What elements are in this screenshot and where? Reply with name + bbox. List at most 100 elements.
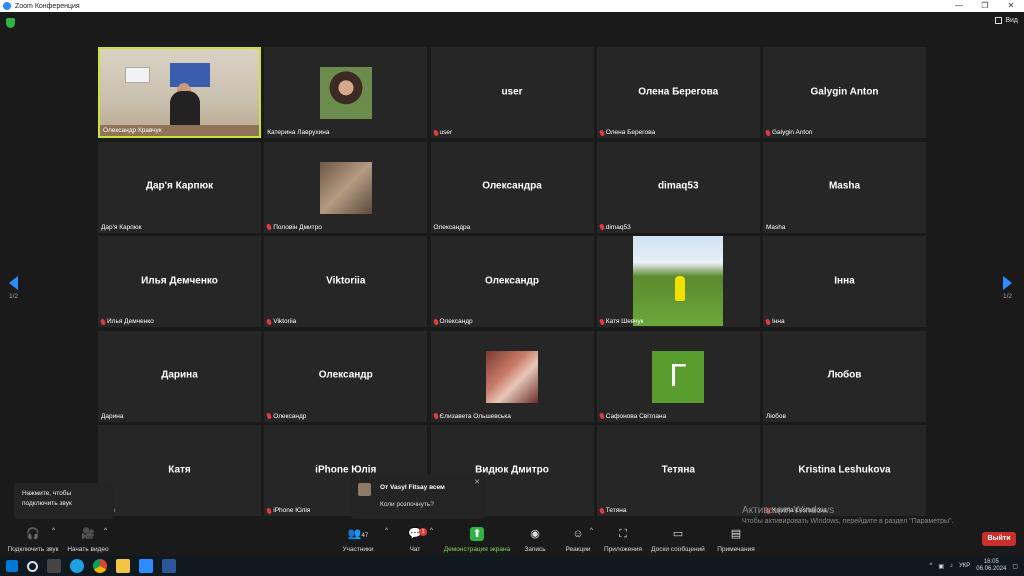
- participant-tile[interactable]: Катерина Лаврухина: [264, 47, 428, 138]
- participant-tile[interactable]: Олександр Олександр: [430, 236, 594, 327]
- sender-avatar: [358, 483, 371, 496]
- participant-tile[interactable]: Г Сафонова Світлана: [596, 330, 760, 422]
- participant-tile[interactable]: Інна Інна: [763, 236, 926, 327]
- close-icon[interactable]: ✕: [998, 0, 1024, 12]
- participant-name: user: [501, 85, 523, 97]
- participant-label: Єлизавета Ольшевська: [432, 412, 511, 420]
- apps-icon: ⛶: [619, 528, 627, 540]
- chat-button[interactable]: 💬 1 Чат: [403, 527, 427, 553]
- participant-label: dimaq53: [598, 223, 631, 231]
- apps-button[interactable]: ⛶ Приложения: [603, 527, 643, 553]
- chevron-up-icon[interactable]: ^: [430, 527, 433, 534]
- chat-message: Коли розпочнуть?: [380, 501, 434, 508]
- task-view-icon[interactable]: [47, 559, 61, 573]
- participant-label: Илья Демченко: [100, 317, 154, 326]
- participant-tile[interactable]: user user: [430, 47, 594, 138]
- record-button[interactable]: ◉ Запись: [522, 527, 548, 553]
- start-video-label: Начать видео: [67, 546, 109, 553]
- windows-activation-title: Активация Windows: [742, 505, 835, 516]
- reactions-label: Реакции: [565, 546, 591, 553]
- notes-label: Примечания: [717, 546, 755, 553]
- maximize-icon[interactable]: ❐: [972, 0, 998, 12]
- chrome-icon[interactable]: [93, 559, 107, 573]
- participant-tile[interactable]: Дар'я Карпюк Дар'я Карпюк: [98, 141, 261, 233]
- prev-page-button[interactable]: 1/2: [9, 276, 18, 300]
- participant-tile[interactable]: Єлизавета Ольшевська: [430, 330, 594, 422]
- participant-name: Інна: [834, 274, 855, 286]
- participant-label: Любов: [766, 413, 786, 420]
- participant-label: Катя Шевчук: [598, 317, 644, 326]
- participant-name: Олександр: [484, 274, 540, 286]
- participant-tile[interactable]: Masha Masha: [763, 141, 926, 233]
- volume-icon[interactable]: ♪: [950, 563, 953, 569]
- participant-tile[interactable]: КатяКатя: [98, 425, 261, 516]
- participant-name: Олександра: [482, 180, 542, 192]
- mic-muted-icon: [598, 128, 605, 137]
- participant-tile[interactable]: dimaq53 dimaq53: [596, 141, 760, 233]
- word-icon[interactable]: [162, 559, 176, 573]
- language-indicator[interactable]: УКР: [959, 563, 970, 569]
- participant-label: Viktoriia: [266, 317, 296, 326]
- zoom-app-icon[interactable]: [139, 559, 153, 573]
- chevron-up-icon[interactable]: ^: [52, 527, 55, 534]
- participant-tile[interactable]: Олександр Олександр: [264, 330, 428, 422]
- participant-label-text: iPhone Юлія: [273, 507, 311, 514]
- mic-muted-icon: [432, 128, 439, 137]
- chat-notification[interactable]: От Vasyl Fitsay всем Коли розпочнуть? ✕: [350, 475, 486, 519]
- participant-tile[interactable]: Илья Демченко Илья Демченко: [98, 236, 261, 327]
- participant-tile[interactable]: Олександр Кравчук: [98, 47, 261, 138]
- chevron-up-icon[interactable]: ^: [385, 527, 388, 534]
- notes-button[interactable]: ▤ Примечания: [715, 527, 757, 553]
- meeting-topbar: Вид: [0, 12, 1024, 34]
- search-icon[interactable]: [27, 560, 38, 572]
- participant-tile[interactable]: Катя Шевчук: [596, 236, 760, 327]
- reactions-button[interactable]: ☺ Реакции: [563, 527, 593, 553]
- view-button[interactable]: Вид: [995, 17, 1018, 24]
- chevron-up-icon[interactable]: ^: [590, 527, 593, 534]
- windows-start-icon[interactable]: [6, 560, 18, 572]
- security-shield-icon[interactable]: [6, 18, 15, 28]
- zoom-logo-icon: [3, 2, 11, 10]
- participant-name: Тетяна: [661, 463, 695, 475]
- participants-button[interactable]: 👥47 Участники: [340, 527, 376, 553]
- mic-muted-icon: [266, 317, 273, 326]
- clock[interactable]: 16:05 06.06.2024: [976, 559, 1006, 573]
- mic-muted-icon: [598, 317, 605, 326]
- notifications-icon[interactable]: ▢: [1012, 563, 1018, 570]
- participant-tile[interactable]: Любов Любов: [763, 330, 926, 422]
- whiteboards-button[interactable]: ▭ Доски сообщений: [650, 527, 706, 553]
- file-explorer-icon[interactable]: [116, 559, 130, 573]
- network-icon[interactable]: ▣: [938, 563, 944, 570]
- participant-tile[interactable]: Половін Дмитро: [264, 141, 428, 233]
- participant-tile[interactable]: Дарина Дарина: [98, 330, 261, 422]
- mic-muted-icon: [765, 128, 771, 137]
- participant-label: Олександра: [434, 224, 471, 231]
- participant-label: Олександр: [266, 412, 306, 420]
- participant-name: Viktoriia: [326, 274, 366, 286]
- participant-label: Олександр: [432, 317, 473, 326]
- profile-photo: [486, 350, 538, 403]
- chevron-up-icon[interactable]: ^: [929, 563, 932, 569]
- apps-label: Приложения: [603, 546, 643, 553]
- participant-tile[interactable]: Олена Берегова Олена Берегова: [596, 47, 760, 138]
- participant-tile[interactable]: Kristina Leshukova Kristina Leshukova: [763, 425, 926, 516]
- participant-tile[interactable]: Galygin Anton Galygin Anton: [763, 47, 926, 138]
- participant-tile[interactable]: Viktoriia Viktoriia: [264, 236, 428, 327]
- participant-tile[interactable]: Тетяна Тетяна: [596, 425, 760, 516]
- participant-label-text: Тетяна: [605, 507, 627, 514]
- page-indicator-left: 1/2: [9, 293, 19, 300]
- participant-label: Дарина: [101, 413, 123, 420]
- next-page-button[interactable]: 1/2: [1003, 276, 1012, 300]
- join-audio-label: Подключить звук: [7, 546, 59, 553]
- close-icon[interactable]: ✕: [474, 478, 480, 486]
- participant-tile[interactable]: Олександра Олександра: [430, 141, 594, 233]
- share-screen-button[interactable]: ⬆ Демонстрация экрана: [442, 527, 512, 553]
- notes-icon: ▤: [730, 528, 742, 540]
- leave-button[interactable]: Выйти: [982, 532, 1016, 546]
- minimize-icon[interactable]: —: [946, 0, 972, 12]
- edge-icon[interactable]: [70, 559, 84, 573]
- chevron-up-icon[interactable]: ^: [104, 527, 107, 534]
- window-controls: — ❐ ✕: [946, 0, 1024, 12]
- participant-label-text: Илья Демченко: [107, 318, 154, 325]
- participant-label-text: Катя Шевчук: [605, 318, 644, 325]
